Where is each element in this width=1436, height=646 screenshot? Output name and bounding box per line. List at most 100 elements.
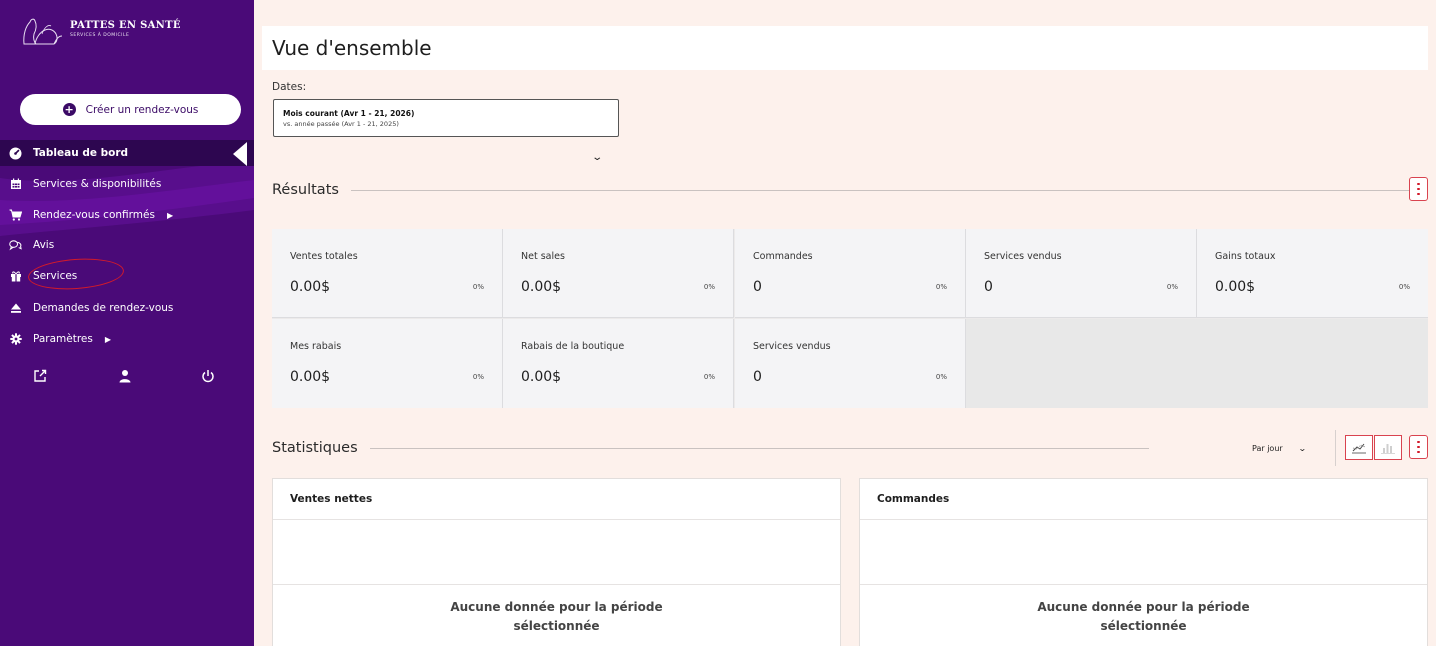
caret-right-icon: ▶ <box>104 334 112 344</box>
sidebar-item-label: Rendez-vous confirmés <box>33 209 155 221</box>
stat-card[interactable]: Services vendus 0 0% <box>735 319 966 408</box>
stat-delta: 0% <box>703 283 715 291</box>
cart-icon <box>9 209 22 222</box>
panel-title: Commandes <box>860 479 1427 520</box>
stat-card[interactable]: Mes rabais 0.00$ 0% <box>272 319 503 408</box>
statistics-more-menu-button[interactable] <box>1409 435 1428 459</box>
dashboard-icon <box>9 147 22 160</box>
date-range-selector[interactable]: Mois courant (Avr 1 - 21, 2026) vs. anné… <box>273 99 619 137</box>
brand[interactable]: PATTES EN SANTÉ SERVICES À DOMICILE <box>18 16 181 46</box>
stat-label: Rabais de la boutique <box>521 341 625 352</box>
stat-label: Net sales <box>521 251 565 262</box>
page-title: Vue d'ensemble <box>272 36 432 60</box>
interval-value: Par jour <box>1252 443 1283 453</box>
stat-label: Gains totaux <box>1215 251 1276 262</box>
sidebar-item-dashboard[interactable]: Tableau de bord <box>0 140 254 166</box>
brand-tagline: SERVICES À DOMICILE <box>70 33 130 38</box>
stat-card[interactable]: Rabais de la boutique 0.00$ 0% <box>503 319 734 408</box>
divider <box>1335 430 1336 466</box>
stat-card[interactable]: Net sales 0.00$ 0% <box>503 229 734 318</box>
create-appointment-button[interactable]: + Créer un rendez-vous <box>20 94 241 125</box>
divider <box>369 447 1149 449</box>
user-icon[interactable] <box>118 368 134 384</box>
create-appointment-label: Créer un rendez-vous <box>85 103 199 116</box>
sidebar-item-appointment-requests[interactable]: Demandes de rendez-vous <box>0 295 254 321</box>
stat-delta: 0% <box>472 283 484 291</box>
stat-value: 0 <box>753 369 762 385</box>
gift-icon <box>9 270 22 283</box>
results-section-header: Résultats <box>272 180 1414 200</box>
bar-chart-icon <box>1381 443 1395 454</box>
empty-state-line: Aucune donnée pour la période <box>450 600 663 614</box>
stat-delta: 0% <box>1166 283 1178 291</box>
power-icon[interactable] <box>201 368 217 384</box>
line-chart-toggle[interactable] <box>1345 435 1373 460</box>
stat-delta: 0% <box>935 283 947 291</box>
sidebar-item-label: Avis <box>33 239 55 251</box>
brand-name: PATTES EN SANTÉ <box>70 20 181 31</box>
plus-circle-icon: + <box>62 103 76 116</box>
sidebar: PATTES EN SANTÉ SERVICES À DOMICILE + Cr… <box>0 0 254 646</box>
results-stats-grid: Ventes totales 0.00$ 0% Net sales 0.00$ … <box>272 229 1428 408</box>
sidebar-item-reviews[interactable]: Avis <box>0 232 254 258</box>
divider <box>350 189 1414 191</box>
caret-right-icon: ▶ <box>166 210 174 220</box>
divider <box>860 584 1427 585</box>
sidebar-item-label: Paramètres <box>33 333 93 345</box>
stat-delta: 0% <box>472 373 484 381</box>
sidebar-item-services[interactable]: Services <box>0 263 254 289</box>
gear-icon <box>9 333 22 346</box>
date-range-current: Mois courant (Avr 1 - 21, 2026) <box>283 109 415 118</box>
dates-label: Dates: <box>272 81 307 93</box>
stat-card[interactable]: Ventes totales 0.00$ 0% <box>272 229 503 318</box>
stat-label: Mes rabais <box>290 341 342 352</box>
divider <box>273 584 840 585</box>
stat-value: 0.00$ <box>290 279 331 295</box>
sidebar-item-label: Demandes de rendez-vous <box>33 302 174 314</box>
pets-logo-icon <box>23 18 63 45</box>
stat-label: Services vendus <box>753 341 831 352</box>
interval-select[interactable]: Par jour ⌄ <box>1242 436 1328 460</box>
eject-icon <box>9 302 22 315</box>
stat-label: Commandes <box>753 251 813 262</box>
sidebar-bottom-icons <box>0 366 254 388</box>
sidebar-item-services-availability[interactable]: Services & disponibilités <box>0 171 254 197</box>
stat-label: Services vendus <box>984 251 1062 262</box>
stat-delta: 0% <box>703 373 715 381</box>
stat-delta: 0% <box>1398 283 1410 291</box>
line-chart-icon <box>1352 443 1366 453</box>
orders-panel: Commandes Aucune donnée pour la période … <box>859 478 1428 646</box>
stat-card[interactable]: Gains totaux 0.00$ 0% <box>1197 229 1428 318</box>
calendar-icon <box>9 178 22 191</box>
stat-value: 0.00$ <box>1215 279 1256 295</box>
stat-value: 0.00$ <box>521 369 562 385</box>
stat-value: 0.00$ <box>290 369 331 385</box>
page-header: Vue d'ensemble <box>262 26 1428 70</box>
stat-card[interactable]: Services vendus 0 0% <box>966 229 1197 318</box>
panel-title: Ventes nettes <box>273 479 840 520</box>
empty-state: Aucune donnée pour la période sélectionn… <box>273 598 840 636</box>
chevron-down-icon[interactable]: ⌄ <box>591 152 603 163</box>
stat-value: 0 <box>753 279 762 295</box>
reviews-icon <box>9 239 22 252</box>
empty-state-line: Aucune donnée pour la période <box>1037 600 1250 614</box>
stat-card[interactable]: Commandes 0 0% <box>735 229 966 318</box>
sidebar-item-confirmed-appointments[interactable]: Rendez-vous confirmés ▶ <box>0 202 254 228</box>
sidebar-item-label: Services & disponibilités <box>33 178 162 190</box>
results-title: Résultats <box>272 182 339 198</box>
results-more-menu-button[interactable] <box>1409 177 1428 201</box>
sidebar-item-label: Tableau de bord <box>33 147 129 159</box>
bar-chart-toggle[interactable] <box>1374 435 1402 460</box>
chevron-down-icon: ⌄ <box>1297 443 1307 453</box>
empty-state-line: sélectionnée <box>513 619 600 633</box>
stat-empty-area <box>966 319 1428 408</box>
statistics-title: Statistiques <box>272 440 358 456</box>
external-link-icon[interactable] <box>33 368 49 384</box>
stat-delta: 0% <box>935 373 947 381</box>
empty-state-line: sélectionnée <box>1100 619 1187 633</box>
sidebar-item-label: Services <box>33 270 78 282</box>
statistics-section-header: Statistiques <box>272 438 1149 458</box>
net-sales-panel: Ventes nettes Aucune donnée pour la péri… <box>272 478 841 646</box>
sidebar-item-settings[interactable]: Paramètres ▶ <box>0 326 254 352</box>
stat-value: 0.00$ <box>521 279 562 295</box>
